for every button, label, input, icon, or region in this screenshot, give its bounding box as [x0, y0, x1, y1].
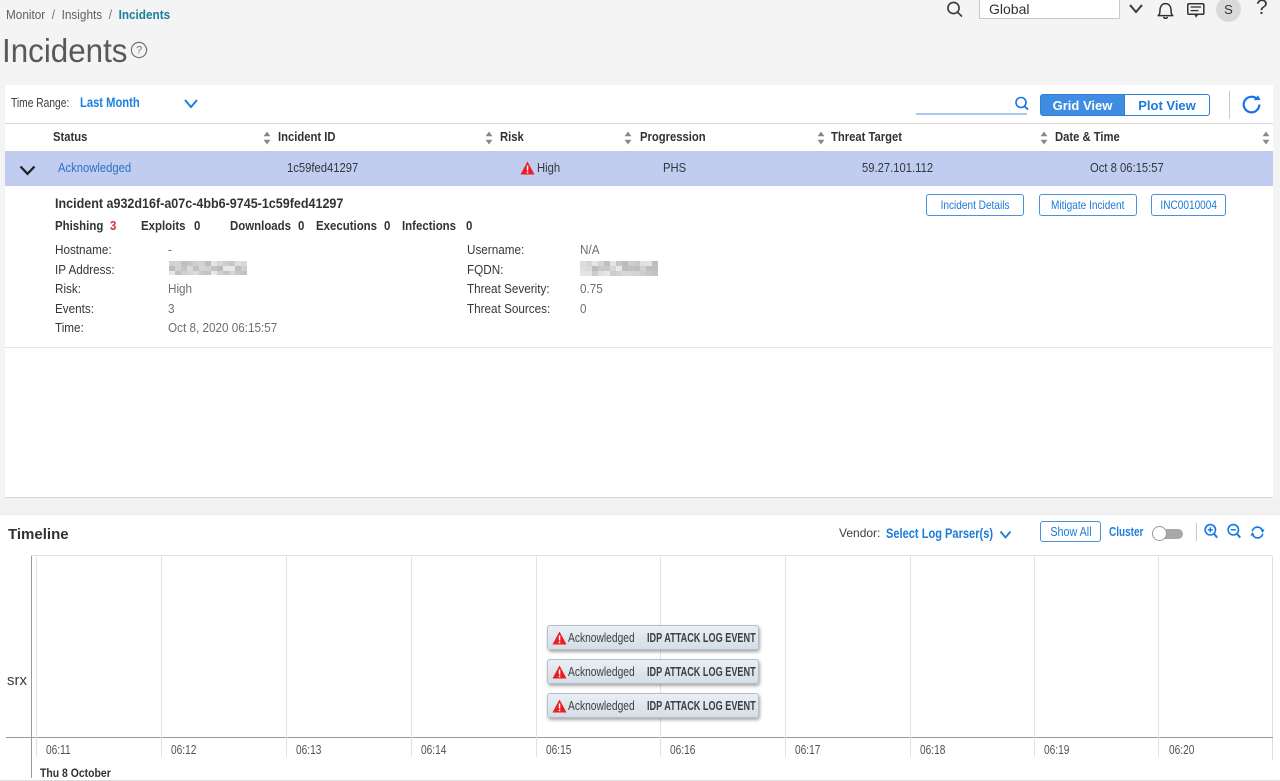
svg-text:?: ?	[136, 45, 142, 57]
